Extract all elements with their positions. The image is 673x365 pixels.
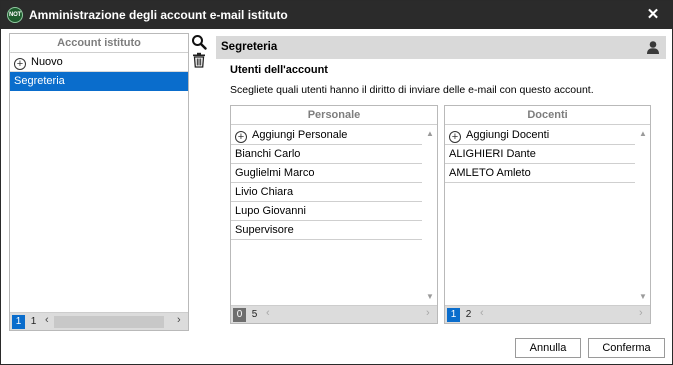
scroll-left-icon[interactable]: ‹	[480, 307, 484, 319]
add-docenti-label: Aggiungi Docenti	[466, 129, 550, 141]
scroll-left-icon[interactable]: ‹	[45, 314, 49, 326]
scroll-right-icon[interactable]: ›	[426, 307, 430, 319]
scroll-up-icon[interactable]: ▲	[423, 128, 437, 140]
account-tools	[191, 34, 207, 70]
accounts-list-footer: 1 1 ‹ ›	[10, 312, 188, 330]
add-account-label: Nuovo	[31, 56, 63, 68]
docenti-list-footer: 1 2 ‹ ›	[445, 305, 650, 323]
docenti-list-panel: Docenti + Aggiungi Docenti ALIGHIERI Dant…	[444, 105, 651, 324]
scroll-right-icon[interactable]: ›	[177, 314, 181, 326]
add-personale-row[interactable]: + Aggiungi Personale	[231, 126, 422, 145]
add-personale-label: Aggiungi Personale	[252, 129, 348, 141]
page-count: 5	[251, 309, 258, 320]
accounts-column-header: Account istituto	[10, 34, 188, 53]
scroll-left-icon[interactable]: ‹	[266, 307, 270, 319]
page-current[interactable]: 0	[233, 308, 246, 322]
plus-circle-icon: +	[449, 131, 461, 143]
page-count: 2	[465, 309, 472, 320]
user-icon	[646, 40, 660, 55]
personale-column-header: Personale	[231, 106, 437, 125]
close-button[interactable]: ✕	[644, 6, 662, 24]
page-current[interactable]: 1	[447, 308, 460, 322]
account-detail-header: Segreteria	[216, 36, 666, 59]
docenti-column-header: Docenti	[445, 106, 650, 125]
horizontal-scroll-thumb[interactable]	[54, 316, 164, 328]
add-account-row[interactable]: + Nuovo	[10, 53, 188, 72]
list-item[interactable]: Guglielmi Marco	[231, 164, 422, 183]
app-logo-icon: NOT	[7, 7, 23, 23]
personale-list-panel: Personale + Aggiungi Personale Bianchi Ca…	[230, 105, 438, 324]
title-bar: NOT Amministrazione degli account e-mail…	[1, 1, 672, 29]
scroll-up-icon[interactable]: ▲	[636, 128, 650, 140]
confirm-button[interactable]: Conferma	[588, 338, 665, 358]
account-detail-title: Segreteria	[221, 41, 278, 53]
list-item[interactable]: Lupo Giovanni	[231, 202, 422, 221]
plus-circle-icon: +	[235, 131, 247, 143]
window-title: Amministrazione degli account e-mail ist…	[29, 8, 288, 22]
trash-icon[interactable]	[191, 52, 207, 68]
list-item[interactable]: Livio Chiara	[231, 183, 422, 202]
accounts-list-panel: Account istituto + Nuovo Segreteria 1 1 ‹…	[9, 33, 189, 331]
search-icon[interactable]	[191, 34, 207, 50]
scroll-down-icon[interactable]: ▼	[636, 291, 650, 303]
personale-list-footer: 0 5 ‹ ›	[231, 305, 437, 323]
page-current[interactable]: 1	[12, 315, 25, 329]
cancel-button[interactable]: Annulla	[515, 338, 581, 358]
personale-list-body: + Aggiungi Personale Bianchi Carlo Guglie…	[231, 126, 422, 240]
scroll-down-icon[interactable]: ▼	[423, 291, 437, 303]
add-docenti-row[interactable]: + Aggiungi Docenti	[445, 126, 635, 145]
vertical-scrollbar[interactable]: ▲ ▼	[636, 126, 650, 305]
vertical-scrollbar[interactable]: ▲ ▼	[423, 126, 437, 305]
section-title: Utenti dell'account	[230, 64, 328, 76]
docenti-list-body: + Aggiungi Docenti ALIGHIERI Dante AMLETO…	[445, 126, 635, 183]
scroll-right-icon[interactable]: ›	[639, 307, 643, 319]
list-item[interactable]: AMLETO Amleto	[445, 164, 635, 183]
page-count: 1	[30, 316, 37, 327]
list-item[interactable]: ALIGHIERI Dante	[445, 145, 635, 164]
dialog-window: NOT Amministrazione degli account e-mail…	[0, 0, 673, 365]
list-item[interactable]: Supervisore	[231, 221, 422, 240]
list-item[interactable]: Bianchi Carlo	[231, 145, 422, 164]
plus-circle-icon: +	[14, 58, 26, 70]
section-description: Scegliete quali utenti hanno il diritto …	[230, 84, 594, 96]
list-item[interactable]: Segreteria	[10, 72, 188, 91]
